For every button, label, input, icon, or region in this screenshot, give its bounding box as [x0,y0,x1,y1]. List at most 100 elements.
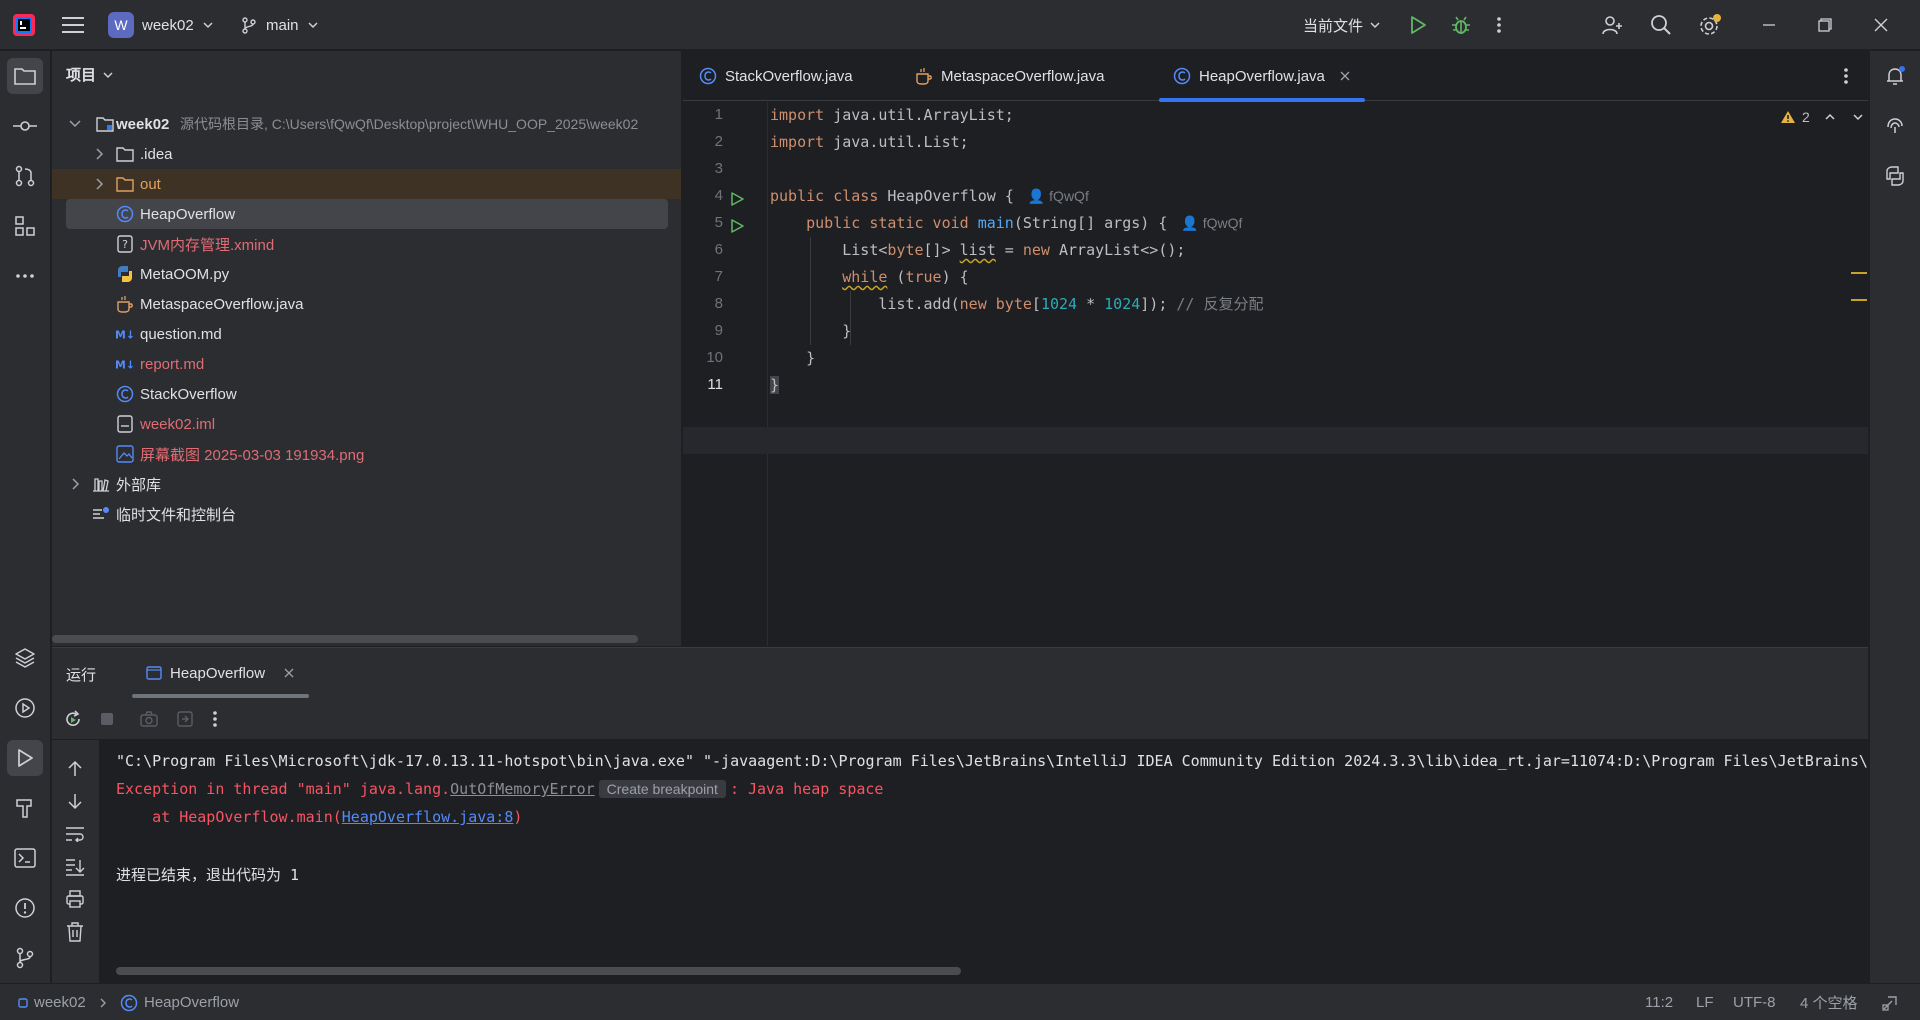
services-tool-icon[interactable] [7,690,43,726]
project-widget[interactable]: W week02 [108,0,214,50]
close-tab-icon[interactable] [1339,70,1351,82]
tree-item-xmind[interactable]: ? JVM内存管理.xmind [52,229,681,259]
run-gutter-icon[interactable] [729,191,745,207]
run-panel: 运行 HeapOverflow "C:\Program Files\Micros… [52,647,1868,984]
more-actions-icon[interactable] [212,710,218,728]
source-link[interactable]: HeapOverflow.java:8 [342,808,514,826]
ai-assistant-icon[interactable] [1877,108,1913,144]
debug-button[interactable] [1450,0,1472,50]
breadcrumb-project[interactable]: week02 [18,984,86,1020]
run-side-toolbar [52,740,100,984]
git-branch-icon [242,17,256,34]
search-icon[interactable] [1650,0,1672,50]
arrow-up-icon[interactable] [67,760,83,778]
structure-tool-icon[interactable] [7,208,43,244]
horizontal-scrollbar[interactable] [52,635,638,643]
code-token: java.util.List; [824,133,969,151]
tree-item-metaspaceoverflow[interactable]: MetaspaceOverflow.java [52,289,681,319]
tree-item-report-md[interactable]: M↓ report.md [52,349,681,379]
project-panel-header[interactable]: 项目 [66,64,114,85]
project-badge: W [108,12,134,38]
scroll-to-end-icon[interactable] [65,858,85,876]
tree-item-stackoverflow[interactable]: StackOverflow [52,379,681,409]
tree-item-screenshot-png[interactable]: 屏幕截图 2025-03-03 191934.png [52,439,681,469]
chevron-right-icon[interactable] [92,177,106,191]
project-tool-icon[interactable] [7,58,43,94]
chevron-down-icon[interactable] [68,117,82,131]
stop-icon[interactable] [100,712,114,726]
tree-item-iml[interactable]: week02.iml [52,409,681,439]
indent-setting[interactable]: 4 个空格 [1800,984,1858,1020]
java-class-icon [1173,67,1191,85]
chevron-right-icon[interactable] [68,477,82,491]
left-tool-strip [0,51,51,983]
terminal-tool-icon[interactable] [7,840,43,876]
tree-item-external-libs[interactable]: 外部库 [52,469,681,499]
code-token: byte [995,295,1032,313]
add-user-icon[interactable] [1600,0,1624,50]
tab-heapoverflow[interactable]: HeapOverflow.java [1159,51,1365,102]
run-tab-heapoverflow[interactable]: HeapOverflow [132,648,310,698]
horizontal-scrollbar[interactable] [116,967,961,975]
code-token: 1024 [1040,295,1078,313]
restore-window-icon[interactable] [1818,0,1832,50]
tree-root-week02[interactable]: week02 源代码根目录, C:\Users\fQwQf\Desktop\pr… [52,109,681,139]
commit-tool-icon[interactable] [7,108,43,144]
more-tools-icon[interactable] [7,258,43,294]
line-separator[interactable]: LF [1696,984,1714,1020]
chevron-right-icon[interactable] [92,147,106,161]
tree-item-label: question.md [140,325,222,343]
arrow-down-icon[interactable] [67,792,83,810]
more-tabs-icon[interactable] [1843,67,1849,85]
tree-item-out[interactable]: out [52,169,681,199]
tree-item-heapoverflow[interactable]: HeapOverflow [66,199,668,229]
line-number: 11 [707,376,723,393]
code-area[interactable]: import java.util.ArrayList; import java.… [683,102,1868,646]
svg-text:M↓: M↓ [115,329,135,341]
restore-layout-icon[interactable] [176,710,194,728]
rerun-icon[interactable] [64,710,82,728]
line-number: 3 [714,160,723,177]
tab-label: MetaspaceOverflow.java [941,67,1105,85]
tree-item-label: .idea [140,145,173,163]
main-menu-icon[interactable] [62,0,84,50]
caret-position[interactable]: 11:2 [1645,984,1673,1020]
git-tool-icon[interactable] [7,940,43,976]
tab-metaspaceoverflow[interactable]: MetaspaceOverflow.java [915,51,1104,101]
python-console-icon[interactable] [1877,158,1913,194]
more-actions-icon[interactable] [1496,0,1502,50]
run-button[interactable] [1408,0,1428,50]
close-window-icon[interactable] [1874,0,1888,50]
run-config-selector[interactable]: 当前文件 [1303,0,1381,50]
notifications-bell-icon[interactable] [1877,58,1913,94]
run-gutter-icon[interactable] [729,218,745,234]
breadcrumb-file[interactable]: HeapOverflow [120,984,239,1020]
tree-item-idea[interactable]: .idea [52,139,681,169]
tree-item-question-md[interactable]: M↓ question.md [52,319,681,349]
tree-item-scratches[interactable]: 临时文件和控制台 [52,499,681,529]
breadcrumb-file-label: HeapOverflow [144,994,240,1011]
problems-tool-icon[interactable] [7,890,43,926]
close-tab-icon[interactable] [283,667,295,679]
markdown-icon: M↓ [115,325,135,343]
soft-wrap-icon[interactable] [65,826,85,842]
tree-item-metaoom[interactable]: MetaOOM.py [52,259,681,289]
camera-icon[interactable] [140,711,158,727]
build-hammer-icon[interactable] [7,790,43,826]
settings-gear-icon[interactable] [1698,0,1722,50]
trash-icon[interactable] [66,922,84,942]
run-tool-icon[interactable] [7,740,43,776]
file-encoding[interactable]: UTF-8 [1733,984,1776,1020]
console-output[interactable]: "C:\Program Files\Microsoft\jdk-17.0.13.… [101,740,1868,984]
layers-tool-icon[interactable] [7,640,43,676]
pull-requests-icon[interactable] [7,158,43,194]
code-line-4: public class HeapOverflow {👤 fQwQf [770,183,1089,210]
tab-stackoverflow[interactable]: StackOverflow.java [699,51,853,101]
minimize-window-icon[interactable] [1762,0,1776,50]
intellij-logo-icon[interactable] [12,0,36,50]
print-icon[interactable] [65,890,85,908]
branch-widget[interactable]: main [240,0,319,50]
create-breakpoint-button[interactable]: Create breakpoint [598,780,726,798]
exception-class-link[interactable]: OutOfMemoryError [450,780,595,798]
lock-icon[interactable] [1882,984,1898,1020]
